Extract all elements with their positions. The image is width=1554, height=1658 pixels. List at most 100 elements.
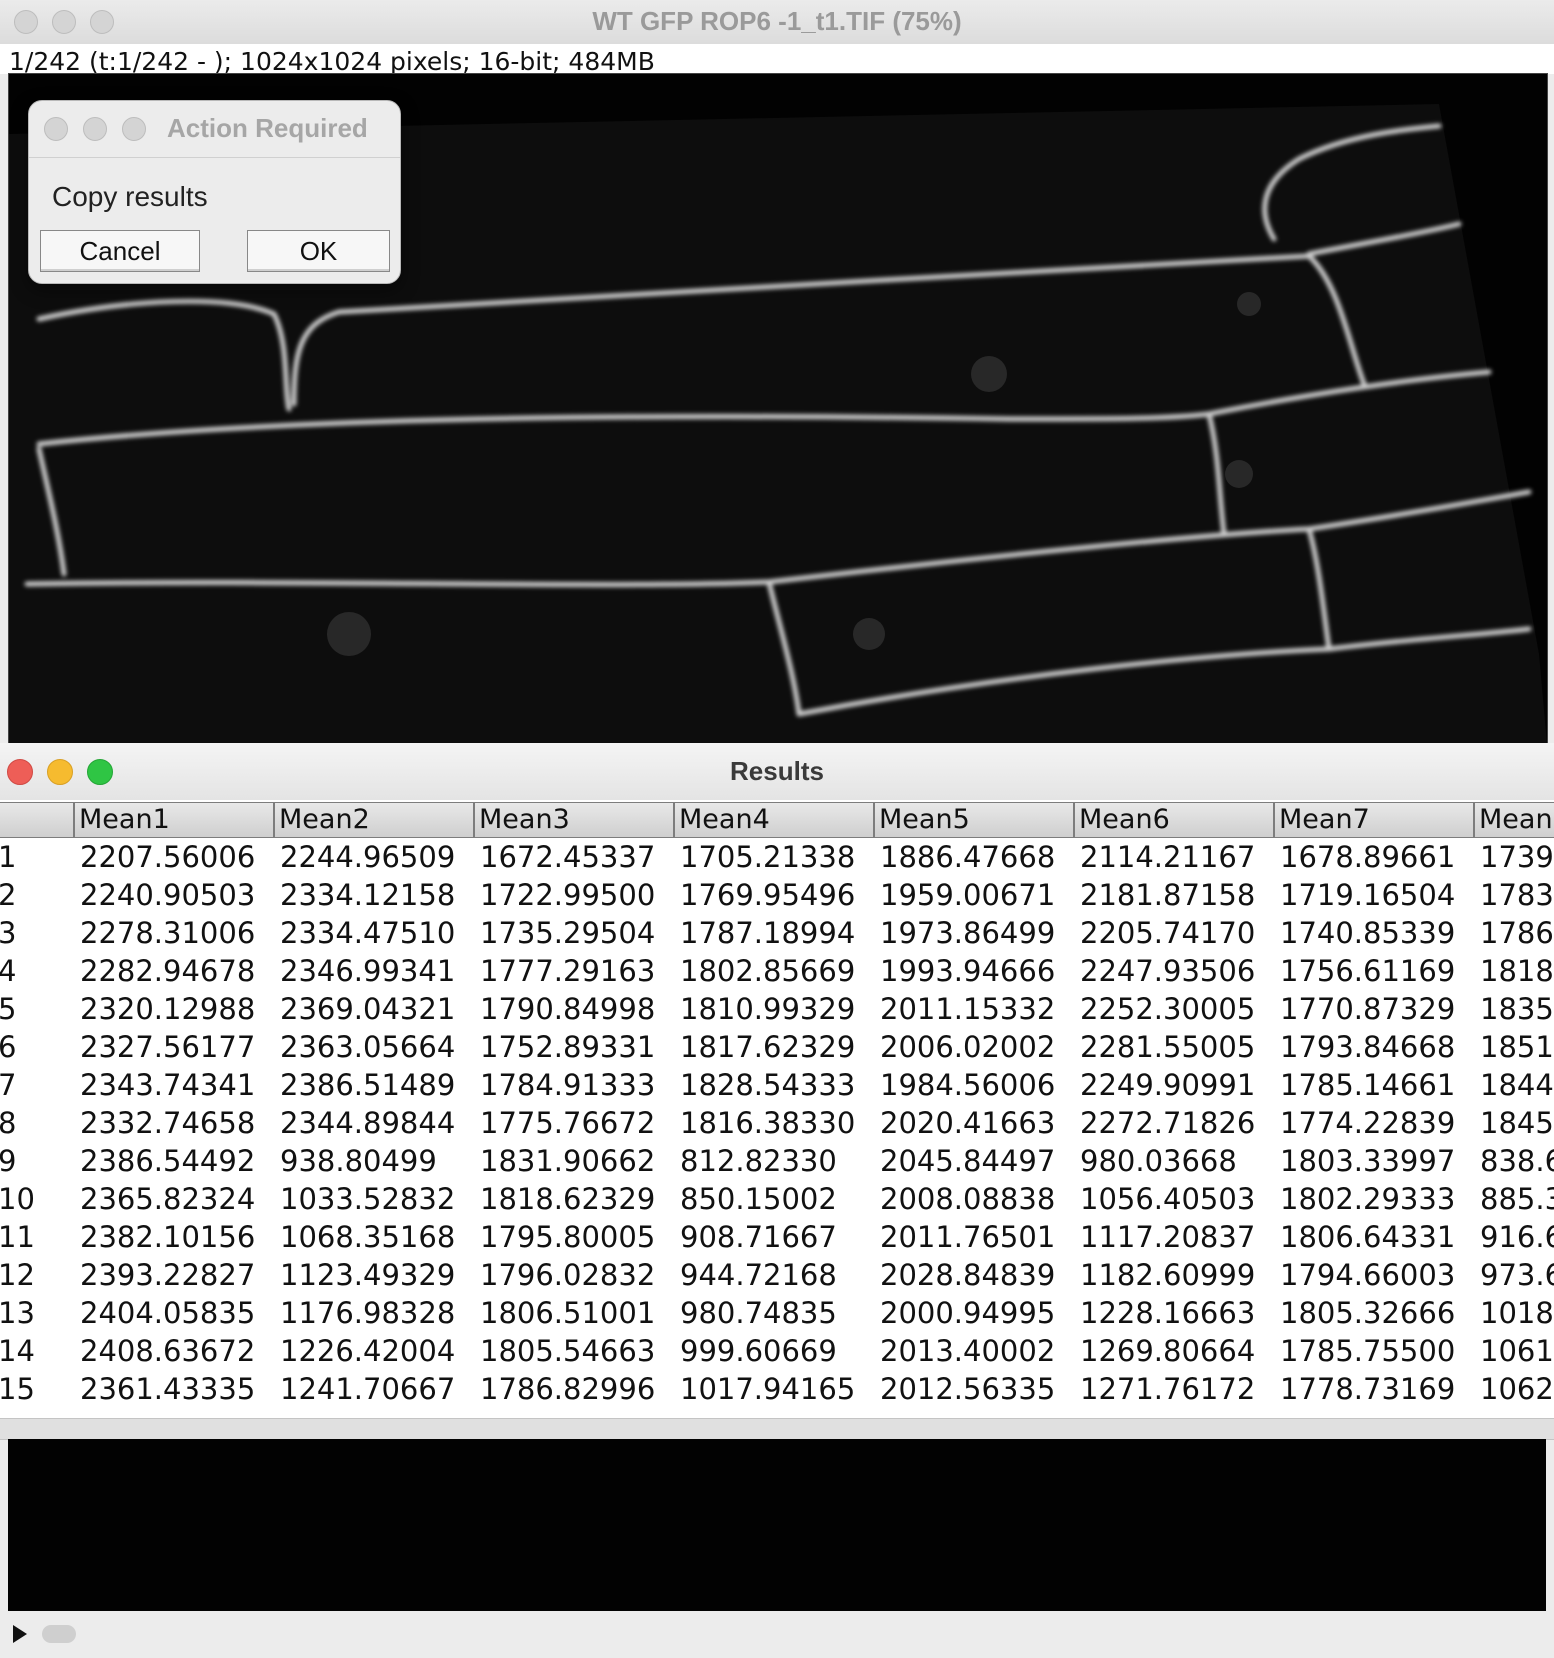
table-cell: 1752.89331 (480, 1030, 656, 1064)
frame-slider-thumb[interactable] (42, 1625, 76, 1643)
table-cell: 1973.86499 (880, 916, 1056, 950)
dialog-zoom-button[interactable] (122, 117, 146, 141)
table-cell: 1806.64331 (1280, 1220, 1456, 1254)
table-cell: 1735.29504 (480, 916, 656, 950)
table-cell: 1678.89661 (1280, 840, 1456, 874)
table-cell: 1722.99500 (480, 878, 656, 912)
table-row[interactable]: 4 2282.94678 2346.99341 1777.29163 1802.8566… (0, 954, 1554, 992)
table-row[interactable]: 10 2365.82324 1033.52832 1818.62329 850.1500… (0, 1182, 1554, 1220)
table-cell: 1769.95496 (680, 878, 856, 912)
cancel-button[interactable]: Cancel (40, 230, 200, 272)
table-cell: 2240.90503 (80, 878, 256, 912)
table-cell: 2320.12988 (80, 992, 256, 1026)
table-cell: 1802.29333 (1280, 1182, 1456, 1216)
table-cell: 2369.04321 (280, 992, 456, 1026)
table-row[interactable]: 8 2332.74658 2344.89844 1775.76672 1816.3833… (0, 1106, 1554, 1144)
dialog-titlebar[interactable]: Action Required (29, 101, 400, 158)
table-cell: 1805.32666 (1280, 1296, 1456, 1330)
table-cell: 2386.51489 (280, 1068, 456, 1102)
table-row[interactable]: 1 2207.56006 2244.96509 1672.45337 1705.2133… (0, 840, 1554, 878)
table-cell: 2114.21167 (1080, 840, 1256, 874)
ok-button[interactable]: OK (247, 230, 390, 272)
table-cell: 1835 (1480, 992, 1554, 1026)
table-cell: 1117.20837 (1080, 1220, 1256, 1254)
table-cell: 2244.96509 (280, 840, 456, 874)
table-cell: 1817.62329 (680, 1030, 856, 1064)
table-cell: 973.6 (1480, 1258, 1554, 1292)
column-header[interactable]: Mean4 (674, 802, 874, 838)
table-cell: 1816.38330 (680, 1106, 856, 1140)
table-cell: 2028.84839 (880, 1258, 1056, 1292)
row-number: 5 (0, 992, 17, 1026)
column-header[interactable]: Mean2 (274, 802, 474, 838)
table-row[interactable]: 12 2393.22827 1123.49329 1796.02832 944.7216… (0, 1258, 1554, 1296)
table-row[interactable]: 13 2404.05835 1176.98328 1806.51001 980.7483… (0, 1296, 1554, 1334)
table-cell: 1793.84668 (1280, 1030, 1456, 1064)
table-cell: 1784.91333 (480, 1068, 656, 1102)
table-cell: 1756.61169 (1280, 954, 1456, 988)
table-row[interactable]: 14 2408.63672 1226.42004 1805.54663 999.6066… (0, 1334, 1554, 1372)
table-cell: 2344.89844 (280, 1106, 456, 1140)
results-horizontal-scrollbar[interactable] (0, 1418, 1554, 1440)
table-cell: 1959.00671 (880, 878, 1056, 912)
results-table[interactable]: Mean1 Mean2 Mean3 Mean4 Mean5 Mean6 Mean7 Mean 1… (0, 800, 1554, 1418)
table-cell: 1794.66003 (1280, 1258, 1456, 1292)
table-cell: 908.71667 (680, 1220, 837, 1254)
table-cell: 1993.94666 (880, 954, 1056, 988)
table-cell: 1783 (1480, 878, 1554, 912)
table-cell: 1802.85669 (680, 954, 856, 988)
column-header[interactable]: Mean3 (474, 802, 674, 838)
table-cell: 1774.22839 (1280, 1106, 1456, 1140)
row-number: 7 (0, 1068, 17, 1102)
row-number: 9 (0, 1144, 17, 1178)
dialog-close-button[interactable] (44, 117, 68, 141)
table-cell: 1226.42004 (280, 1334, 456, 1368)
column-header[interactable] (0, 802, 74, 838)
table-cell: 885.3 (1480, 1182, 1554, 1216)
dialog-minimize-button[interactable] (83, 117, 107, 141)
row-number: 15 (0, 1372, 35, 1406)
table-cell: 2278.31006 (80, 916, 256, 950)
table-row[interactable]: 5 2320.12988 2369.04321 1790.84998 1810.9932… (0, 992, 1554, 1030)
play-icon[interactable] (13, 1625, 27, 1643)
row-number: 8 (0, 1106, 17, 1140)
table-row[interactable]: 2 2240.90503 2334.12158 1722.99500 1769.9549… (0, 878, 1554, 916)
table-row[interactable]: 9 2386.54492 938.80499 1831.90662 812.82330 2… (0, 1144, 1554, 1182)
results-titlebar[interactable]: Results (0, 743, 1554, 801)
table-cell: 980.03668 (1080, 1144, 1237, 1178)
table-row[interactable]: 3 2278.31006 2334.47510 1735.29504 1787.1899… (0, 916, 1554, 954)
table-cell: 1061 (1480, 1334, 1554, 1368)
column-header[interactable]: Mean5 (874, 802, 1074, 838)
column-header[interactable]: Mean (1474, 802, 1554, 838)
table-cell: 1828.54333 (680, 1068, 856, 1102)
table-cell: 2386.54492 (80, 1144, 256, 1178)
table-row[interactable]: 15 2361.43335 1241.70667 1786.82996 1017.941… (0, 1372, 1554, 1410)
table-cell: 1984.56006 (880, 1068, 1056, 1102)
table-row[interactable]: 6 2327.56177 2363.05664 1752.89331 1817.6232… (0, 1030, 1554, 1068)
table-cell: 2382.10156 (80, 1220, 256, 1254)
dialog-title: Action Required (167, 113, 368, 143)
table-cell: 1062 (1480, 1372, 1554, 1406)
table-cell: 1886.47668 (880, 840, 1056, 874)
table-row[interactable]: 7 2343.74341 2386.51489 1784.91333 1828.5433… (0, 1068, 1554, 1106)
playback-bar (0, 1611, 1554, 1658)
table-cell: 2012.56335 (880, 1372, 1056, 1406)
dialog-message: Copy results (52, 181, 208, 212)
table-cell: 1719.16504 (1280, 878, 1456, 912)
results-empty-canvas (8, 1439, 1546, 1611)
table-cell: 1785.75500 (1280, 1334, 1456, 1368)
table-row[interactable]: 11 2382.10156 1068.35168 1795.80005 908.7166… (0, 1220, 1554, 1258)
table-cell: 2008.08838 (880, 1182, 1056, 1216)
table-cell: 1786.82996 (480, 1372, 656, 1406)
table-cell: 2045.84497 (880, 1144, 1056, 1178)
table-cell: 2361.43335 (80, 1372, 256, 1406)
table-cell: 2020.41663 (880, 1106, 1056, 1140)
column-header[interactable]: Mean1 (74, 802, 274, 838)
column-header[interactable]: Mean7 (1274, 802, 1474, 838)
column-header[interactable]: Mean6 (1074, 802, 1274, 838)
image-window-titlebar[interactable]: WT GFP ROP6 -1_t1.TIF (75%) (0, 0, 1554, 45)
row-number: 10 (0, 1182, 35, 1216)
table-cell: 938.80499 (280, 1144, 437, 1178)
table-cell: 2181.87158 (1080, 878, 1256, 912)
table-cell: 1803.33997 (1280, 1144, 1456, 1178)
